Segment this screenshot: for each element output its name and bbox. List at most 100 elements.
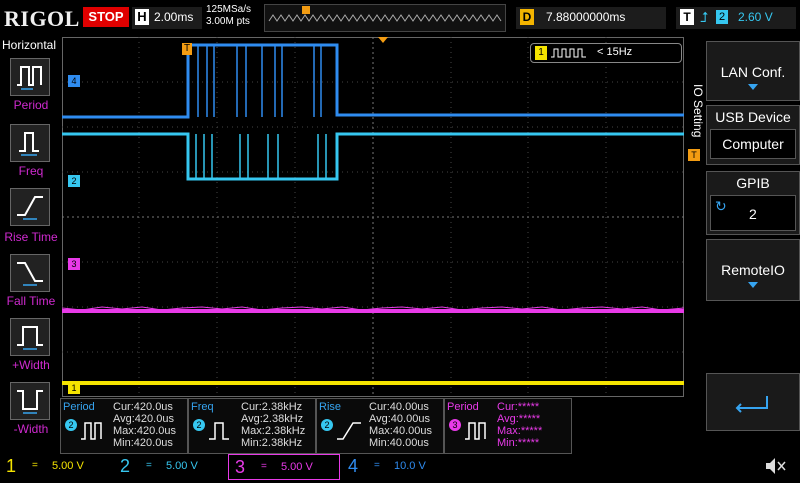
- delay-value: 7.88000000ms: [546, 10, 626, 24]
- measurement-cur: Cur:2.38kHz: [241, 401, 303, 413]
- rise-time-icon: [17, 196, 43, 220]
- gpib-value-box[interactable]: ↻ 2: [710, 195, 796, 231]
- ch2-offset-marker[interactable]: 2: [68, 175, 80, 187]
- measurement-max: Max:*****: [497, 425, 543, 437]
- measurement-max: Max:40.00us: [369, 425, 432, 437]
- delay-key: D: [520, 9, 534, 25]
- measurement-period-ch3[interactable]: Period 3 Cur:***** Avg:***** Max:***** Min:…: [444, 398, 572, 454]
- return-icon: [735, 396, 768, 413]
- measurement-max: Max:420.0us: [113, 425, 176, 437]
- lan-config-arrow-icon: [748, 84, 758, 90]
- usb-device-button[interactable]: USB Device Computer: [706, 105, 800, 165]
- ch4-coupling: =: [374, 460, 380, 471]
- period-icon: [465, 422, 486, 440]
- measurement-avg: Avg:*****: [497, 413, 541, 425]
- ch2-coupling: =: [146, 460, 152, 471]
- measurement-cur: Cur:420.0us: [113, 401, 173, 413]
- lan-config-button[interactable]: LAN Conf.: [706, 41, 800, 101]
- measurement-min: Min:40.00us: [369, 437, 429, 449]
- measurement-min: Min:420.0us: [113, 437, 173, 449]
- positive-width-button[interactable]: [10, 318, 50, 356]
- period-icon: [17, 66, 42, 90]
- io-setting-tab[interactable]: IO Setting: [688, 77, 705, 197]
- rising-edge-icon: ⮥: [700, 9, 709, 25]
- negative-width-button[interactable]: [10, 382, 50, 420]
- trigger-key: T: [680, 9, 694, 25]
- fall-time-icon: [17, 262, 43, 286]
- ch2-status[interactable]: 2 = 5.00 V: [114, 454, 226, 480]
- rotate-knob-icon: ↻: [715, 198, 727, 214]
- measurement-avg: Avg:2.38kHz: [241, 413, 304, 425]
- ch3-status[interactable]: 3 = 5.00 V: [228, 454, 340, 480]
- ch1-scale: 5.00 V: [52, 460, 84, 472]
- ch1-status[interactable]: 1 = 5.00 V: [0, 454, 112, 480]
- sound-button[interactable]: [760, 454, 796, 480]
- remote-io-button[interactable]: RemoteIO: [706, 239, 800, 301]
- menu-title: Horizontal: [2, 38, 57, 52]
- brand-logo: RIGOL: [4, 6, 80, 31]
- ch4-number: 4: [348, 456, 359, 476]
- square-wave-icon: [551, 48, 586, 58]
- measurement-values: Cur:420.0us Avg:420.0us Max:420.0us Min:420…: [113, 401, 176, 449]
- measurement-freq-ch2[interactable]: Freq 2 Cur:2.38kHz Avg:2.38kHz Max:2.38kHz…: [188, 398, 316, 454]
- speaker-muted-icon: [766, 458, 786, 474]
- trigger-box[interactable]: T ⮥ 2 2.60 V: [676, 7, 796, 29]
- measurement-menu: Horizontal Period Freq Rise Time Fall Ti…: [0, 38, 62, 438]
- measurement-period-ch2[interactable]: Period 2 Cur:420.0us Avg:420.0us Max:420.0…: [60, 398, 188, 454]
- gpib-button[interactable]: GPIB ↻ 2: [706, 171, 800, 235]
- memory-overview-strip[interactable]: [264, 4, 506, 32]
- ch3-offset-marker[interactable]: 3: [68, 258, 80, 270]
- timebase-key: H: [135, 9, 149, 25]
- ch3-number: 3: [235, 457, 246, 477]
- measurement-avg: Avg:420.0us: [113, 413, 174, 425]
- fall-time-button[interactable]: [10, 254, 50, 292]
- frequency-icon: [209, 422, 229, 440]
- freq-label: Freq: [18, 164, 44, 178]
- frequency-badge-channel: 1: [535, 46, 547, 60]
- measurement-name: Period: [63, 401, 95, 413]
- remote-io-label: RemoteIO: [721, 262, 785, 278]
- center-marker-icon: [378, 37, 388, 43]
- timebase-box[interactable]: H 2.00ms: [132, 7, 202, 29]
- waveform-display[interactable]: T 1 < 15Hz 4 2 3 1 T: [61, 37, 700, 397]
- frequency-icon: [19, 132, 39, 156]
- acquisition-info: 125MSa/s 3.00M pts: [206, 4, 251, 28]
- ch4-status[interactable]: 4 = 10.0 V: [342, 454, 454, 480]
- timebase-value: 2.00ms: [154, 10, 194, 24]
- run-stop-indicator[interactable]: STOP: [83, 7, 129, 27]
- period-button[interactable]: [10, 58, 50, 96]
- measurement-avg: Avg:40.00us: [369, 413, 430, 425]
- measurement-values: Cur:***** Avg:***** Max:***** Min:*****: [497, 401, 542, 449]
- channel-status-bar: 1 = 5.00 V 2 = 5.00 V 3 = 5.00 V 4 = 10.…: [0, 454, 800, 480]
- measurement-min: Min:*****: [497, 437, 540, 449]
- period-icon: [81, 422, 102, 440]
- measurement-cur: Cur:40.00us: [369, 401, 429, 413]
- trigger-position-marker[interactable]: T: [182, 43, 192, 55]
- io-setting-tab-label: IO Setting: [691, 84, 705, 138]
- trigger-level: 2.60 V: [738, 10, 773, 24]
- freq-button[interactable]: [10, 124, 50, 162]
- gpib-title: GPIB: [736, 175, 770, 191]
- negative-width-label: -Width: [13, 422, 49, 436]
- ch1-coupling: =: [32, 460, 38, 471]
- measurement-min: Min:2.38kHz: [241, 437, 303, 449]
- measurement-name: Period: [447, 401, 479, 413]
- ch4-offset-marker[interactable]: 4: [68, 75, 80, 87]
- measurement-rise-ch2[interactable]: Rise 2 Cur:40.00us Avg:40.00us Max:40.00us…: [316, 398, 444, 454]
- ch2-number: 2: [120, 456, 131, 476]
- return-button[interactable]: [706, 373, 800, 431]
- measurement-name: Freq: [191, 401, 214, 413]
- usb-device-value: Computer: [710, 129, 796, 159]
- positive-width-icon: [17, 326, 43, 350]
- rise-time-icon: [337, 422, 361, 440]
- memory-depth: 3.00M pts: [206, 16, 250, 27]
- delay-box[interactable]: D 7.88000000ms: [516, 7, 666, 29]
- ch3-coupling: =: [261, 461, 267, 472]
- waveform-grid: [61, 37, 685, 397]
- measurement-name: Rise: [319, 401, 342, 413]
- rise-time-button[interactable]: [10, 188, 50, 226]
- frequency-badge-text: < 15Hz: [597, 46, 633, 58]
- positive-width-label: +Width: [12, 358, 50, 372]
- remote-io-arrow-icon: [748, 282, 758, 288]
- ch1-offset-marker[interactable]: 1: [68, 382, 80, 394]
